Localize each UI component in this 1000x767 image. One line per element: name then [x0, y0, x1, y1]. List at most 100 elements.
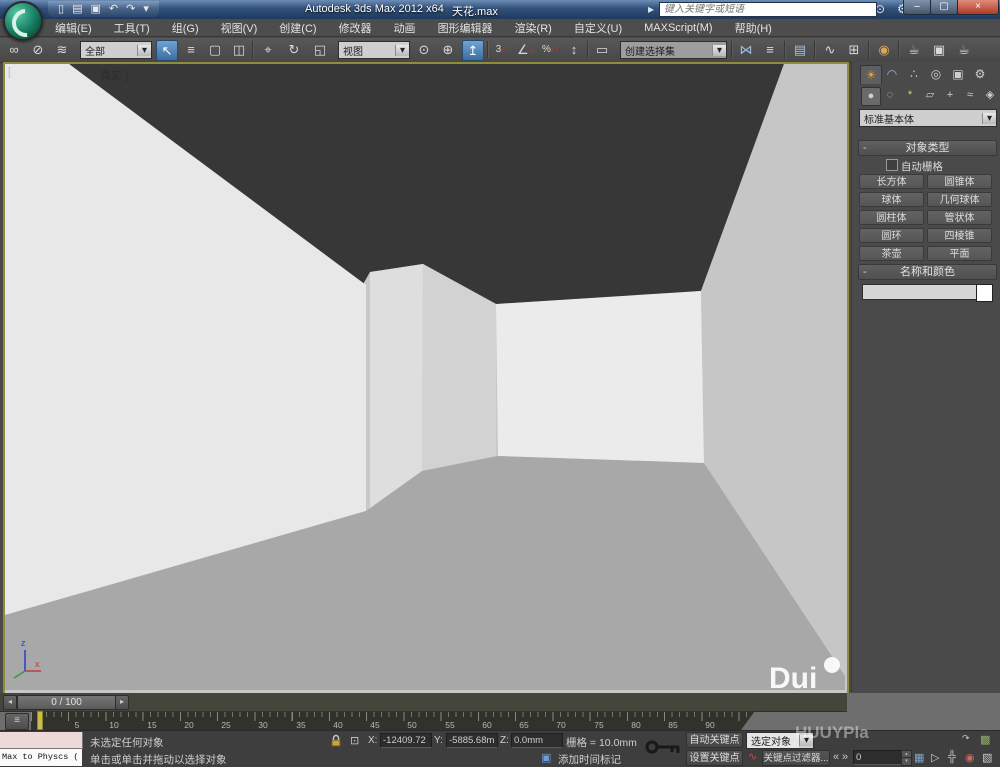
category-geometry-icon[interactable]: ●: [861, 87, 881, 106]
net-render-icon[interactable]: ▦: [914, 751, 924, 764]
primitive-category-dropdown[interactable]: 标准基本体 ▾: [859, 109, 997, 127]
material-editor-icon[interactable]: ◉: [874, 40, 894, 59]
plane-button[interactable]: 平面: [927, 246, 992, 261]
close-button[interactable]: ×: [957, 0, 999, 15]
set-key-icon[interactable]: [645, 737, 683, 757]
box-button[interactable]: 长方体: [859, 174, 924, 189]
search-go-icon[interactable]: ▸: [648, 2, 654, 16]
redo-icon[interactable]: ↷: [126, 2, 135, 16]
viewport-shading-label[interactable]: 真实 ]: [100, 67, 128, 83]
select-object-button[interactable]: ↖: [156, 40, 178, 61]
current-frame-field[interactable]: [853, 750, 903, 765]
track-bar-ruler[interactable]: 0 5 10 15 20 25 30 35 40 45 50 55 60 65 …: [31, 711, 755, 730]
window-crossing-icon[interactable]: ◫: [229, 40, 249, 59]
autogrid-checkbox[interactable]: 自动栅格: [886, 159, 943, 174]
x-coordinate-field[interactable]: [380, 733, 432, 748]
teapot-button[interactable]: 茶壶: [859, 246, 924, 261]
open-file-icon[interactable]: ▤: [72, 2, 82, 16]
use-pivot-center-icon[interactable]: ⊙: [414, 40, 434, 59]
search-input[interactable]: [659, 2, 877, 17]
rendered-frame-icon[interactable]: ▣: [929, 40, 949, 59]
object-color-swatch[interactable]: [976, 284, 993, 302]
snap-toggle-3d-icon[interactable]: 3∩: [492, 40, 512, 59]
absolute-offset-toggle-icon[interactable]: ⊡: [350, 734, 359, 747]
mini-curve-icon[interactable]: ↷: [962, 733, 970, 744]
percent-snap-icon[interactable]: %∩: [540, 40, 560, 59]
time-slider-track[interactable]: ◂ 0 / 100 ▸: [0, 693, 847, 712]
tab-utilities-icon[interactable]: ⚙: [970, 65, 990, 83]
sphere-button[interactable]: 球体: [859, 192, 924, 207]
tab-display-icon[interactable]: ▣: [948, 65, 968, 83]
select-and-link-icon[interactable]: ∞: [4, 40, 24, 59]
menu-maxscript[interactable]: MAXScript(M): [633, 22, 723, 34]
maxscript-line[interactable]: Max to Physcs (: [0, 749, 82, 766]
undo-icon[interactable]: ↶: [109, 2, 118, 16]
select-and-manipulate-icon[interactable]: ⊕: [438, 40, 458, 59]
category-spacewarps-icon[interactable]: ≈: [961, 87, 979, 104]
menu-tools[interactable]: 工具(T): [103, 20, 161, 36]
category-systems-icon[interactable]: ◈: [981, 87, 999, 104]
curve-editor-icon[interactable]: ∿: [820, 40, 840, 59]
select-and-scale-icon[interactable]: ◱: [310, 40, 330, 59]
category-lights-icon[interactable]: *: [901, 87, 919, 104]
tab-create-icon[interactable]: ☀: [860, 65, 882, 84]
perspective-viewport[interactable]: z x Dui [ 真实 ]: [3, 62, 849, 695]
selection-lock-icon[interactable]: [330, 734, 342, 747]
y-coordinate-field[interactable]: [446, 733, 498, 748]
menu-rendering[interactable]: 渲染(R): [504, 20, 563, 36]
select-by-name-icon[interactable]: ≡: [181, 40, 201, 59]
geosphere-button[interactable]: 几何球体: [927, 192, 992, 207]
zoom-region-icon[interactable]: ▧: [982, 751, 992, 764]
add-time-tag-icon[interactable]: ▣: [541, 751, 551, 764]
unlink-selection-icon[interactable]: ⊘: [28, 40, 48, 59]
category-shapes-icon[interactable]: ◌: [881, 87, 899, 104]
name-color-rollout-header[interactable]: - 名称和颜色: [858, 264, 997, 280]
select-and-rotate-icon[interactable]: ↻: [284, 40, 304, 59]
trackbar-mini-curve-icon[interactable]: ≡: [5, 713, 29, 730]
orbit-icon[interactable]: ◉: [965, 751, 975, 764]
spinner-snap-icon[interactable]: ↕: [564, 40, 584, 59]
menu-group[interactable]: 组(G): [161, 20, 210, 36]
minimize-button[interactable]: –: [903, 0, 931, 15]
viewport-label-bracket[interactable]: [: [8, 66, 11, 78]
category-helpers-icon[interactable]: +: [941, 87, 959, 104]
scene-explorer-icon[interactable]: ▩: [980, 733, 990, 746]
pyramid-button[interactable]: 四棱锥: [927, 228, 992, 243]
selection-filter-dropdown[interactable]: 全部 ▾: [80, 41, 152, 59]
menu-animation[interactable]: 动画: [383, 20, 427, 36]
object-type-rollout-header[interactable]: - 对象类型: [858, 140, 997, 156]
next-frame-button[interactable]: ▸: [115, 695, 129, 710]
set-key-button[interactable]: 设置关键点: [686, 750, 743, 766]
pan-hand-icon[interactable]: ╬: [948, 751, 956, 763]
save-file-icon[interactable]: ▣: [90, 2, 100, 16]
rectangular-selection-icon[interactable]: ▢: [205, 40, 225, 59]
maxscript-mini-listener[interactable]: [0, 732, 83, 749]
maximize-button[interactable]: ▢: [930, 0, 958, 15]
edit-named-selections-icon[interactable]: ▭: [592, 40, 612, 59]
menu-edit[interactable]: 编辑(E): [44, 20, 103, 36]
menu-modifiers[interactable]: 修改器: [328, 20, 383, 36]
menu-help[interactable]: 帮助(H): [724, 20, 783, 36]
tube-button[interactable]: 管状体: [927, 210, 992, 225]
tab-hierarchy-icon[interactable]: ∴: [904, 65, 924, 83]
category-cameras-icon[interactable]: ▱: [921, 87, 939, 104]
keyboard-override-button[interactable]: ↥: [462, 40, 484, 61]
add-time-tag[interactable]: 添加时间标记: [558, 752, 621, 767]
tab-modify-icon[interactable]: ◠: [882, 65, 902, 83]
new-file-icon[interactable]: ▯: [58, 2, 64, 16]
prev-frame-button[interactable]: ◂: [3, 695, 17, 710]
time-slider-handle[interactable]: 0 / 100: [17, 695, 116, 710]
frame-spin-down-icon[interactable]: ▾: [901, 757, 912, 766]
angle-snap-icon[interactable]: ∠∩: [516, 40, 536, 59]
layer-manager-icon[interactable]: ▤: [790, 40, 810, 59]
reference-coord-dropdown[interactable]: 视图 ▾: [338, 41, 410, 59]
cone-button[interactable]: 圆锥体: [927, 174, 992, 189]
menu-graph-editors[interactable]: 图形编辑器: [427, 20, 504, 36]
play-animation-icon[interactable]: ▷: [931, 751, 939, 764]
qat-options-icon[interactable]: ▾: [143, 2, 149, 16]
schematic-view-icon[interactable]: ⊞: [844, 40, 864, 59]
object-name-input[interactable]: [862, 284, 978, 300]
cylinder-button[interactable]: 圆柱体: [859, 210, 924, 225]
go-to-start-icon[interactable]: «: [833, 751, 839, 763]
bind-to-spacewarp-icon[interactable]: ≋: [52, 40, 72, 59]
